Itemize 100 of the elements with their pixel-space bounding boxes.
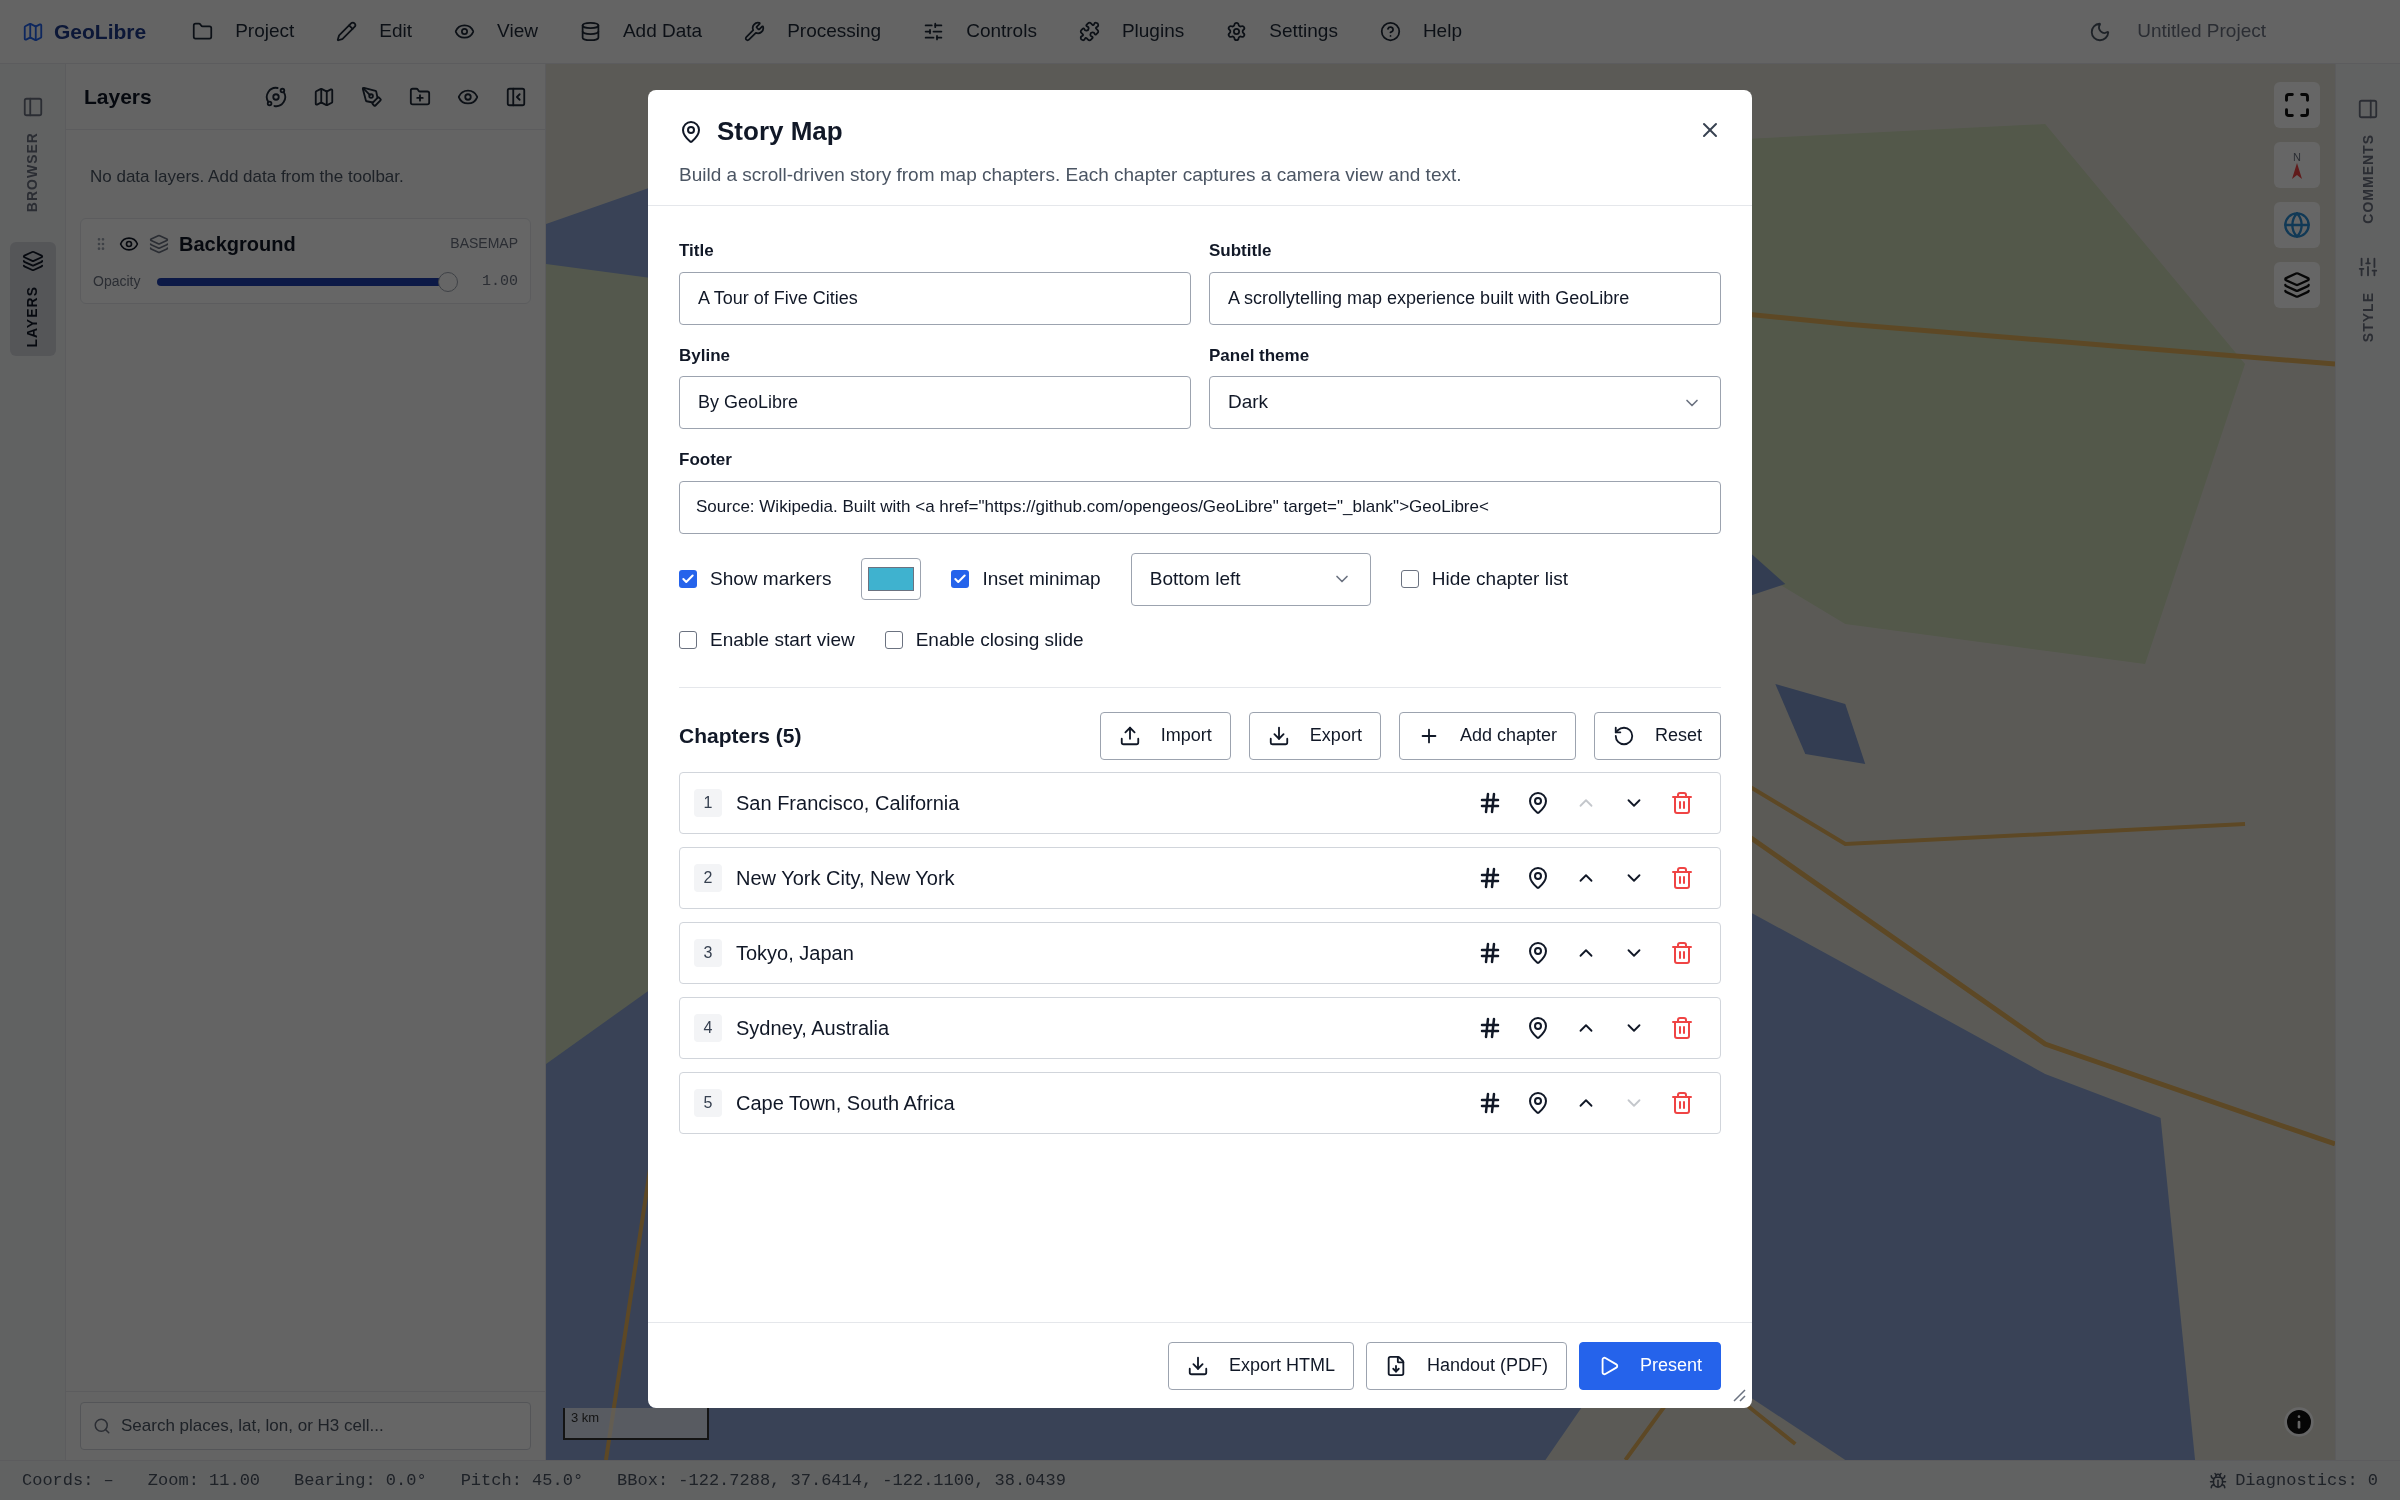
opacity-label: Opacity bbox=[93, 272, 141, 292]
chapter-title: Tokyo, Japan bbox=[736, 940, 854, 966]
checkbox-option[interactable]: Show markers bbox=[679, 564, 832, 594]
chapter-row[interactable]: 2 New York City, New York bbox=[679, 846, 1721, 909]
panel-icon bbox=[21, 96, 44, 118]
checkbox-option[interactable]: Hide chapter list bbox=[1400, 564, 1568, 594]
chapter-number: 1 bbox=[694, 788, 722, 817]
info-icon[interactable] bbox=[2283, 1406, 2315, 1438]
trash-icon bbox=[1670, 865, 1694, 890]
field-label: Subtitle bbox=[1209, 240, 1273, 262]
upload-icon bbox=[1118, 724, 1141, 747]
checkbox-option[interactable]: Enable start view bbox=[679, 625, 855, 655]
chapter-title: Sydney, Australia bbox=[736, 1015, 890, 1041]
fullscreen-button[interactable] bbox=[2274, 82, 2320, 128]
theme-select[interactable]: Dark bbox=[1209, 376, 1721, 429]
puzzle-icon bbox=[1078, 21, 1100, 42]
field-label: Byline bbox=[679, 344, 732, 367]
status-item: Zoom: 11.00 bbox=[147, 1469, 261, 1492]
sliders-icon bbox=[923, 21, 945, 42]
hash-icon bbox=[1478, 940, 1502, 965]
chapter-row[interactable]: 5 Cape Town, South Africa bbox=[679, 1071, 1721, 1134]
chapter-row[interactable]: 1 San Francisco, California bbox=[679, 771, 1721, 834]
collapse-panel-icon[interactable] bbox=[505, 85, 527, 108]
chapter-action-button[interactable]: Import bbox=[1099, 711, 1231, 760]
chapter-row[interactable]: 4 Sydney, Australia bbox=[679, 996, 1721, 1059]
check-icon bbox=[681, 572, 695, 586]
footer-button[interactable]: Handout (PDF) bbox=[1365, 1341, 1567, 1390]
checkbox-option[interactable]: Enable closing slide bbox=[884, 625, 1084, 655]
checkbox-option[interactable]: Inset minimap bbox=[951, 564, 1101, 594]
footer-button[interactable]: Export HTML bbox=[1167, 1341, 1354, 1390]
folder-icon bbox=[192, 21, 214, 42]
chapter-action-button[interactable]: Reset bbox=[1593, 711, 1721, 760]
checkbox[interactable] bbox=[951, 570, 970, 588]
chapter-action-button[interactable]: Export bbox=[1248, 711, 1381, 760]
download-icon bbox=[1186, 1354, 1209, 1377]
check-icon bbox=[953, 572, 968, 586]
globe-icon bbox=[2283, 211, 2311, 239]
chapter-number: 4 bbox=[694, 1013, 722, 1042]
status-item: BBox: -122.7288, 37.6414, -122.1100, 38.0439 bbox=[617, 1469, 1066, 1492]
pencil-icon bbox=[336, 21, 358, 42]
help-icon bbox=[1379, 21, 1401, 42]
trash-icon bbox=[1670, 1015, 1694, 1040]
compass-arrow-icon bbox=[2292, 162, 2302, 179]
layers-icon bbox=[21, 250, 44, 273]
opacity-value: 1.00 bbox=[482, 271, 518, 292]
text-field[interactable]: By GeoLibre bbox=[679, 376, 1191, 429]
chapter-row[interactable]: 3 Tokyo, Japan bbox=[679, 921, 1721, 984]
layers-button[interactable] bbox=[2274, 262, 2320, 308]
checkbox[interactable] bbox=[679, 631, 697, 649]
text-field[interactable]: A Tour of Five Cities bbox=[679, 271, 1191, 325]
map-pin-icon bbox=[1526, 865, 1550, 890]
pen-icon[interactable] bbox=[361, 85, 383, 108]
chapter-number: 2 bbox=[694, 863, 722, 892]
project-name: Untitled Project bbox=[2137, 19, 2266, 44]
wrench-icon bbox=[744, 21, 766, 42]
position-select[interactable]: Bottom left bbox=[1130, 552, 1371, 606]
diagnostics-status: Diagnostics: 0 bbox=[2235, 1469, 2378, 1492]
footer-field[interactable]: Source: Wikipedia. Built with <a href="https://github.com/opengeos/GeoLibre" target="_blank">GeoLibre< bbox=[679, 480, 1721, 534]
status-item: Coords: – bbox=[22, 1469, 114, 1492]
map-icon bbox=[22, 20, 44, 43]
expand-icon bbox=[2283, 91, 2311, 119]
trash-icon bbox=[1670, 790, 1694, 815]
chapter-title: Cape Town, South Africa bbox=[736, 1090, 955, 1116]
checkbox[interactable] bbox=[884, 631, 903, 649]
hash-icon bbox=[1478, 790, 1502, 815]
trash-icon bbox=[1670, 940, 1694, 965]
layers-icon bbox=[2283, 271, 2311, 299]
moon-icon[interactable] bbox=[2089, 20, 2112, 43]
download-icon bbox=[1267, 724, 1290, 747]
app-name: GeoLibre bbox=[54, 18, 147, 45]
status-item: Pitch: 45.0° bbox=[460, 1469, 584, 1492]
folder-plus-icon[interactable] bbox=[409, 85, 431, 108]
search-icon bbox=[93, 1417, 111, 1435]
status-item: Bearing: 0.0° bbox=[294, 1469, 427, 1492]
chapter-action-button[interactable]: Add chapter bbox=[1398, 711, 1576, 760]
checkbox[interactable] bbox=[1400, 570, 1419, 588]
map-pin-icon bbox=[1526, 940, 1550, 965]
bug-icon bbox=[2209, 1471, 2228, 1490]
scale-bar: 3 km bbox=[563, 1408, 709, 1440]
map-pin-icon bbox=[679, 119, 703, 144]
field-label: Title bbox=[679, 240, 715, 262]
text-field[interactable]: A scrollytelling map experience built with GeoLibre bbox=[1209, 271, 1721, 325]
layers-icon bbox=[149, 233, 169, 254]
panel-icon bbox=[2357, 98, 2379, 120]
trash-icon bbox=[1670, 1090, 1694, 1115]
slider-thumb[interactable] bbox=[438, 271, 459, 292]
map-pin-icon bbox=[1526, 1015, 1550, 1040]
dialog-title: Story Map bbox=[717, 115, 843, 148]
undo-icon bbox=[1612, 724, 1635, 747]
hash-icon bbox=[1478, 1090, 1502, 1115]
chapter-title: San Francisco, California bbox=[736, 790, 960, 816]
color-picker[interactable] bbox=[861, 558, 922, 600]
map-icon[interactable] bbox=[313, 85, 335, 108]
panel-title: Layers bbox=[84, 83, 152, 110]
chapter-number: 3 bbox=[694, 938, 722, 967]
footer-button[interactable]: Present bbox=[1578, 1341, 1721, 1390]
orbit-icon[interactable] bbox=[265, 85, 287, 108]
map-pin-icon bbox=[1526, 790, 1550, 815]
map-pin-icon bbox=[1526, 1090, 1550, 1115]
checkbox[interactable] bbox=[679, 570, 697, 588]
